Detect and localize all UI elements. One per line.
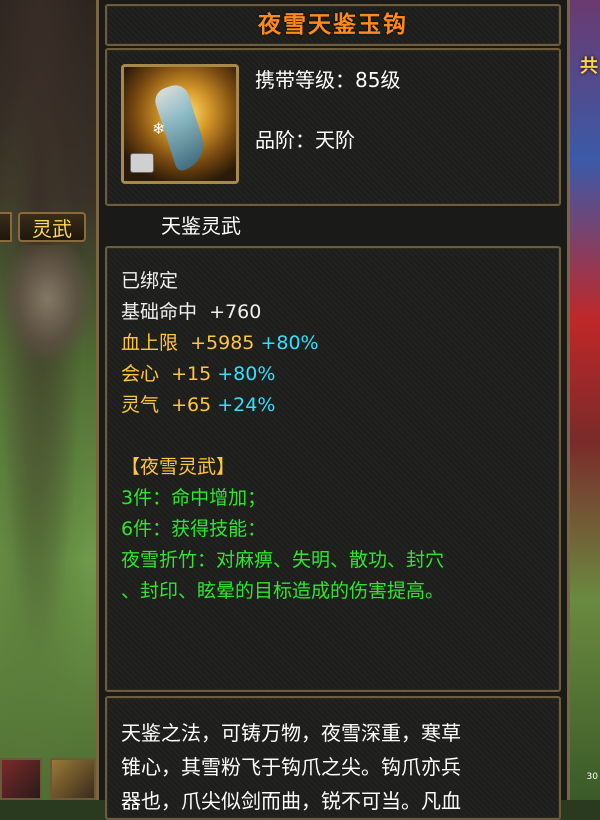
tab-lingwu[interactable]: 灵武 bbox=[18, 212, 86, 242]
title-frame: 夜雪天鉴玉钩 bbox=[105, 4, 561, 46]
stat-row: 基础命中 +760 bbox=[121, 301, 262, 323]
skill-description-2: 、封印、眩晕的目标造成的伤害提高。 bbox=[121, 580, 445, 602]
item-name: 夜雪天鉴玉钩 bbox=[258, 12, 408, 38]
stat-row: 血上限 +5985 +80% bbox=[121, 332, 319, 354]
sparkle-icon: ❄ bbox=[152, 119, 166, 138]
item-tooltip: 夜雪天鉴玉钩 ❄ 携带等级：85级 品阶：天阶 天鉴灵武 已绑定 基础命中 +7… bbox=[96, 0, 570, 820]
carry-level: 携带等级：85级 bbox=[255, 68, 401, 92]
item-info-frame: ❄ 携带等级：85级 品阶：天阶 bbox=[105, 48, 561, 206]
lore-frame: 天鉴之法，可铸万物，夜雪深重，寒草 锥心，其雪粉飞于钩爪之尖。钩爪亦兵 器也，爪… bbox=[105, 696, 561, 820]
skill-description-1: 夜雪折竹：对麻痹、失明、散功、封穴 bbox=[121, 549, 445, 571]
jade-hook-weapon-icon: ❄ bbox=[121, 64, 239, 184]
attributes-frame: 已绑定 基础命中 +760 血上限 +5985 +80% 会心 +15 +80%… bbox=[105, 246, 561, 692]
skill-slot-1[interactable] bbox=[0, 758, 42, 800]
scene-right-number: 30 bbox=[586, 772, 598, 782]
set-bonus-3: 3件：命中增加； bbox=[121, 487, 267, 509]
tab-previous[interactable] bbox=[0, 212, 12, 242]
lore-text: 天鉴之法，可铸万物，夜雪深重，寒草 锥心，其雪粉飞于钩爪之尖。钩爪亦兵 器也，爪… bbox=[121, 721, 461, 813]
item-type: 天鉴灵武 bbox=[161, 214, 241, 238]
lock-icon bbox=[130, 153, 154, 173]
attributes-list: 已绑定 基础命中 +760 血上限 +5985 +80% 会心 +15 +80%… bbox=[121, 266, 444, 607]
item-grade: 品阶：天阶 bbox=[255, 128, 355, 152]
scene-creature bbox=[0, 245, 95, 365]
set-name: 【夜雪灵武】 bbox=[121, 456, 236, 478]
set-bonus-6: 6件：获得技能： bbox=[121, 518, 267, 540]
stat-row: 会心 +15 +80% bbox=[121, 363, 276, 385]
scene-right-label: 共 bbox=[580, 56, 598, 77]
bound-status: 已绑定 bbox=[121, 270, 179, 292]
stat-row: 灵气 +65 +24% bbox=[121, 394, 276, 416]
skill-slot-2[interactable] bbox=[50, 758, 96, 800]
scene-right-terrain bbox=[570, 0, 600, 800]
scene-left-terrain bbox=[0, 0, 100, 800]
